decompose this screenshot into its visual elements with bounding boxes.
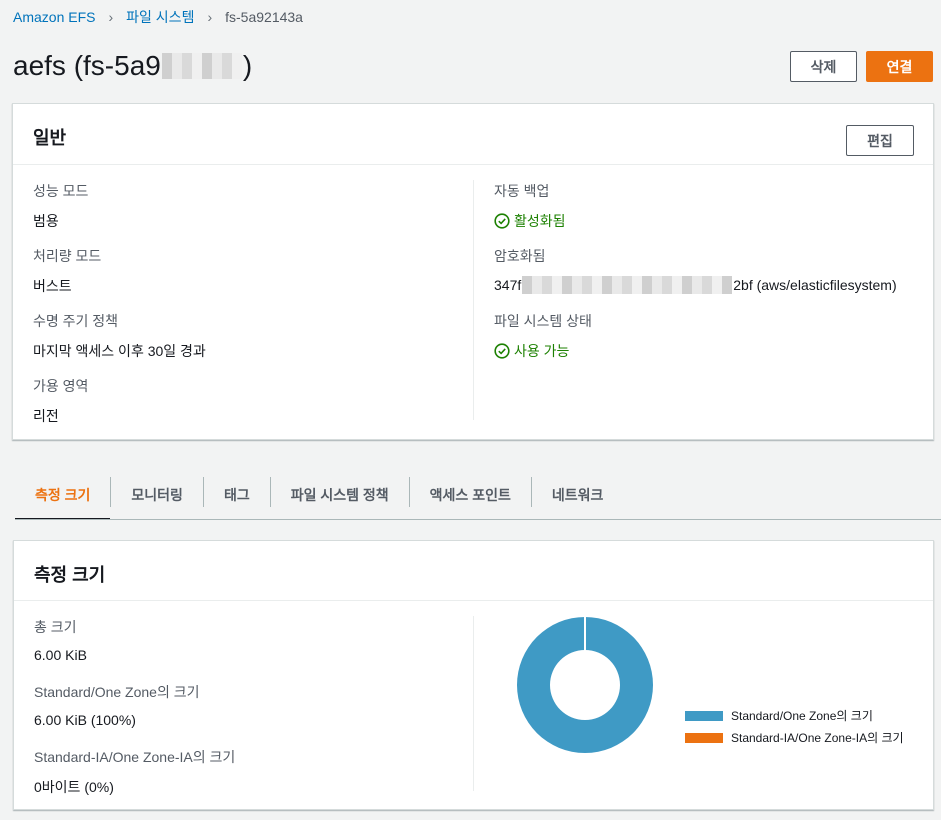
total-size-label: 총 크기 <box>34 619 77 635</box>
general-title: 일반 <box>33 128 67 148</box>
standard-size-field: Standard/One Zone의 크기 6.00 KiB (100%) <box>34 682 200 728</box>
performance-mode-field: 성능 모드 범용 <box>33 181 88 231</box>
tab-access-points[interactable]: 액세스 포인트 <box>410 470 531 520</box>
legend-item-ia: Standard-IA/One Zone-IA의 크기 <box>685 730 904 745</box>
encryption-field: 암호화됨 347f 2bf (aws/elasticfilesystem) <box>494 246 897 294</box>
edit-button[interactable]: 편집 <box>846 125 914 156</box>
availability-zone-value: 리전 <box>33 408 59 424</box>
legend-label-standard: Standard/One Zone의 크기 <box>731 709 873 723</box>
legend-swatch-ia <box>685 732 723 743</box>
page-title-suffix: ) <box>242 50 253 81</box>
redacted-block <box>522 276 733 294</box>
metered-size-panel: 측정 크기 총 크기 6.00 KiB Standard/One Zone의 크… <box>13 540 934 810</box>
breadcrumb-current: fs-5a92143a <box>225 9 303 25</box>
chart-legend: Standard/One Zone의 크기 Standard-IA/One Zo… <box>685 708 904 752</box>
auto-backup-value: 활성화됨 <box>514 213 566 229</box>
legend-label-ia: Standard-IA/One Zone-IA의 크기 <box>731 731 904 745</box>
ia-size-field: Standard-IA/One Zone-IA의 크기 0바이트 (0%) <box>34 747 235 797</box>
column-divider <box>473 180 474 420</box>
throughput-mode-value: 버스트 <box>33 278 72 294</box>
fs-state-value: 사용 가능 <box>514 343 570 359</box>
encryption-key-suffix: 2bf (aws/elasticfilesystem) <box>733 277 897 293</box>
delete-button[interactable]: 삭제 <box>790 51 857 82</box>
legend-item-standard: Standard/One Zone의 크기 <box>685 708 904 723</box>
tab-metered-size[interactable]: 측정 크기 <box>15 470 111 520</box>
encryption-label: 암호화됨 <box>494 248 546 264</box>
general-panel: 일반 편집 성능 모드 범용 처리량 모드 버스트 수명 주기 정책 마지막 액… <box>12 103 934 440</box>
chevron-right-icon: › <box>108 9 114 25</box>
throughput-mode-label: 처리량 모드 <box>33 248 102 264</box>
auto-backup-status: 활성화됨 <box>494 211 566 231</box>
availability-zone-label: 가용 영역 <box>33 378 89 394</box>
tab-file-system-policy[interactable]: 파일 시스템 정책 <box>271 470 409 520</box>
page-title: aefs (fs-5a9 ) <box>13 50 252 82</box>
availability-zone-field: 가용 영역 리전 <box>33 376 88 426</box>
breadcrumb-file-systems[interactable]: 파일 시스템 <box>126 7 194 27</box>
performance-mode-value: 범용 <box>33 213 59 229</box>
page-title-prefix: aefs (fs-5a9 <box>13 50 161 81</box>
total-size-field: 총 크기 6.00 KiB <box>34 617 87 663</box>
check-circle-icon <box>494 343 510 359</box>
breadcrumb-amazon-efs[interactable]: Amazon EFS <box>13 9 95 25</box>
attach-button[interactable]: 연결 <box>866 51 933 82</box>
standard-size-value: 6.00 KiB (100%) <box>34 712 136 728</box>
tabs-underline <box>15 519 941 520</box>
metered-size-panel-header: 측정 크기 <box>14 541 933 601</box>
tab-network[interactable]: 네트워크 <box>532 470 624 520</box>
general-panel-header: 일반 편집 <box>13 104 933 165</box>
lifecycle-policy-label: 수명 주기 정책 <box>33 313 119 329</box>
redacted-block <box>161 53 242 79</box>
legend-swatch-standard <box>685 710 723 721</box>
total-size-value: 6.00 KiB <box>34 647 87 663</box>
fs-state-label: 파일 시스템 상태 <box>494 313 592 329</box>
size-donut-chart <box>517 616 653 753</box>
auto-backup-label: 자동 백업 <box>494 183 550 199</box>
metered-size-title: 측정 크기 <box>34 565 106 585</box>
column-divider <box>473 616 474 791</box>
breadcrumb: Amazon EFS › 파일 시스템 › fs-5a92143a <box>13 7 303 27</box>
throughput-mode-field: 처리량 모드 버스트 <box>33 246 101 296</box>
chevron-right-icon: › <box>207 9 213 25</box>
ia-size-value: 0바이트 (0%) <box>34 779 114 795</box>
performance-mode-label: 성능 모드 <box>33 183 89 199</box>
lifecycle-policy-field: 수명 주기 정책 마지막 액세스 이후 30일 경과 <box>33 311 206 361</box>
auto-backup-field: 자동 백업 활성화됨 <box>494 181 566 231</box>
tabs: 측정 크기 모니터링 태그 파일 시스템 정책 액세스 포인트 네트워크 <box>15 470 623 520</box>
fs-state-field: 파일 시스템 상태 사용 가능 <box>494 311 592 361</box>
tab-monitoring[interactable]: 모니터링 <box>111 470 203 520</box>
encryption-value: 347f 2bf (aws/elasticfilesystem) <box>494 276 897 294</box>
standard-size-label: Standard/One Zone의 크기 <box>34 684 200 700</box>
check-circle-icon <box>494 213 510 229</box>
encryption-key-prefix: 347f <box>494 277 522 293</box>
lifecycle-policy-value: 마지막 액세스 이후 30일 경과 <box>33 343 206 359</box>
tab-tags[interactable]: 태그 <box>204 470 270 520</box>
ia-size-label: Standard-IA/One Zone-IA의 크기 <box>34 749 236 765</box>
fs-state-status: 사용 가능 <box>494 341 592 361</box>
